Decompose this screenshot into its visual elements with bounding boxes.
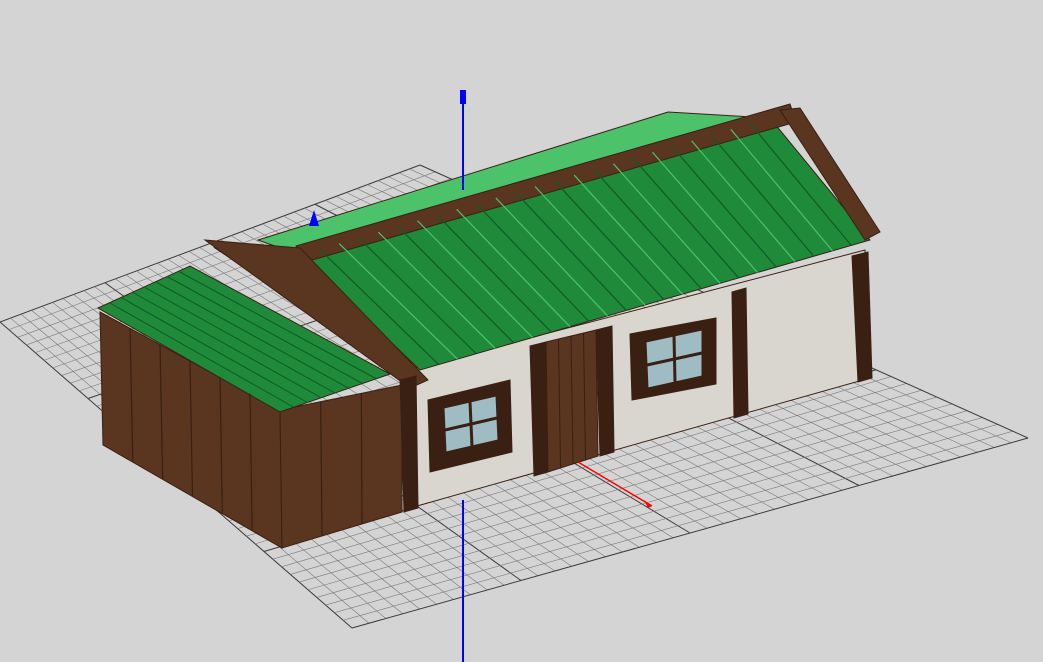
- roof-plank-line: [360, 393, 363, 525]
- 3d-viewport[interactable]: [0, 0, 1043, 662]
- scene-canvas[interactable]: [0, 0, 1043, 662]
- wall-post: [731, 287, 749, 419]
- z-axis-tip: [460, 90, 466, 104]
